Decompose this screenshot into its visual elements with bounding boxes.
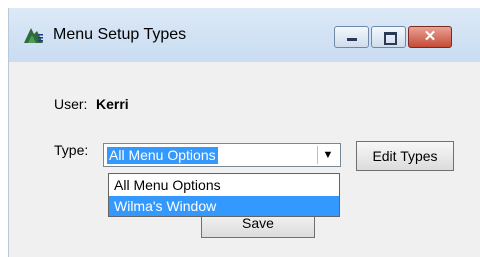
app-icon bbox=[24, 28, 43, 43]
maximize-icon bbox=[384, 32, 397, 45]
close-icon: ✕ bbox=[423, 28, 437, 45]
close-button[interactable]: ✕ bbox=[408, 26, 452, 48]
window-title: Menu Setup Types bbox=[53, 26, 187, 43]
minimize-button[interactable] bbox=[334, 26, 369, 48]
type-select[interactable]: All Menu Options ▼ bbox=[103, 143, 341, 167]
dropdown-option-all-menu-options[interactable]: All Menu Options bbox=[109, 175, 339, 195]
type-dropdown-list: All Menu Options Wilma's Window bbox=[108, 173, 340, 217]
minimize-icon bbox=[347, 38, 357, 41]
maximize-button[interactable] bbox=[371, 26, 406, 48]
user-label: User: bbox=[54, 96, 88, 112]
user-value: Kerri bbox=[96, 96, 129, 112]
type-selected-value: All Menu Options bbox=[107, 147, 218, 164]
dropdown-option-wilmas-window[interactable]: Wilma's Window bbox=[109, 196, 339, 216]
chevron-down-icon[interactable]: ▼ bbox=[317, 146, 338, 164]
menu-setup-types-window: Menu Setup Types ✕ User: Kerri Type: All… bbox=[8, 8, 480, 257]
type-label: Type: bbox=[54, 142, 89, 158]
title-bar[interactable]: Menu Setup Types ✕ bbox=[9, 8, 480, 62]
edit-types-button[interactable]: Edit Types bbox=[356, 141, 454, 171]
